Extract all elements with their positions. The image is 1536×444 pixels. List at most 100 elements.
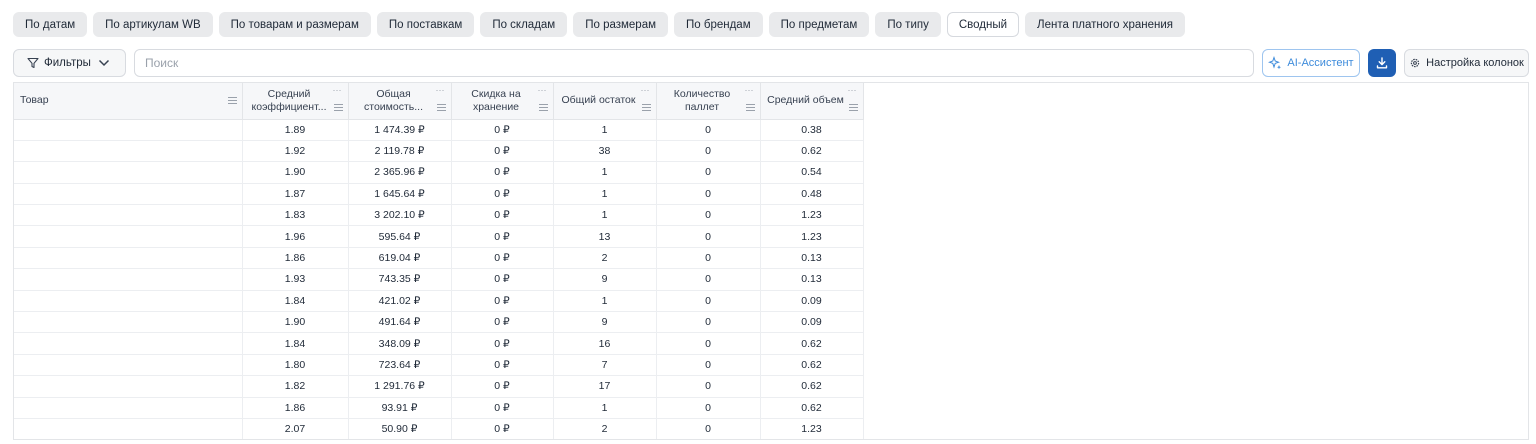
table-row[interactable]: 1.80 723.64 ₽0 ₽7 0 0.62 [14, 354, 864, 377]
column-header-label: Средний коэффициент... [251, 87, 327, 113]
ai-assistant-label: AI-Ассистент [1287, 57, 1354, 69]
tab-9[interactable]: Сводный [946, 12, 1020, 37]
table-cell: 0 ₽ [451, 183, 554, 206]
table-row[interactable]: 1.93 743.35 ₽0 ₽9 0 0.13 [14, 268, 864, 291]
tab-3[interactable]: По поставкам [376, 12, 475, 37]
table-cell: 1.87 [242, 183, 349, 206]
column-header-2[interactable]: Общая стоимость... ··· [348, 83, 452, 120]
table-row[interactable]: 1.96 595.64 ₽0 ₽13 0 1.23 [14, 225, 864, 248]
tab-1[interactable]: По артикулам WB [93, 12, 213, 37]
tab-0[interactable]: По датам [13, 12, 88, 37]
column-menu-icon[interactable] [538, 103, 548, 111]
column-settings-button[interactable]: Настройка колонок [1404, 49, 1529, 77]
column-header-label: Общая стоимость... [364, 87, 423, 113]
table-row[interactable]: 1.86 93.91 ₽0 ₽1 0 0.62 [14, 397, 864, 419]
table-body: 1.89 1 474.39 ₽0 ₽1 0 0.38 1.92 2 119.78 ₽0 ₽… [14, 119, 864, 439]
toolbar: Фильтры AI-Ассистент Настройка колонок [13, 49, 1529, 77]
table-cell: 619.04 ₽ [348, 247, 452, 270]
column-header-6[interactable]: Средний объем ··· [760, 83, 864, 120]
sparkle-icon [1268, 56, 1282, 70]
table-cell: 0 [656, 119, 761, 141]
table-cell [14, 332, 243, 355]
table-cell: 16 [553, 332, 657, 355]
table-cell: 1 [553, 119, 657, 141]
tab-5[interactable]: По размерам [573, 12, 669, 37]
table-cell: 2 [553, 418, 657, 439]
column-header-3[interactable]: Скидка на хранение ··· [451, 83, 554, 120]
table-cell: 0 ₽ [451, 332, 554, 355]
table-cell: 0.62 [760, 140, 864, 163]
column-header-label: Скидка на хранение [471, 87, 521, 113]
tab-7[interactable]: По предметам [768, 12, 870, 37]
filters-button[interactable]: Фильтры [13, 49, 126, 77]
tab-6[interactable]: По брендам [674, 12, 763, 37]
column-more-icon[interactable]: ··· [436, 84, 445, 97]
table-row[interactable]: 1.82 1 291.76 ₽0 ₽17 0 0.62 [14, 375, 864, 398]
table-cell: 0 ₽ [451, 161, 554, 184]
table-cell [14, 418, 243, 439]
table-header-row: Товар Средний коэффициент... ··· Общая стои… [14, 83, 864, 120]
tab-8[interactable]: По типу [875, 12, 941, 37]
table-cell: 0 [656, 397, 761, 419]
table-row[interactable]: 1.83 3 202.10 ₽0 ₽1 0 1.23 [14, 204, 864, 227]
column-header-5[interactable]: Количество паллет ··· [656, 83, 761, 120]
table-row[interactable]: 1.87 1 645.64 ₽0 ₽1 0 0.48 [14, 183, 864, 206]
table-row[interactable]: 1.90 2 365.96 ₽0 ₽1 0 0.54 [14, 161, 864, 184]
column-more-icon[interactable]: ··· [641, 84, 650, 97]
table-cell: 1 [553, 161, 657, 184]
table-cell: 0 [656, 183, 761, 206]
column-header-label: Количество паллет [673, 87, 731, 113]
column-menu-icon[interactable] [436, 103, 446, 111]
table-cell: 1.86 [242, 397, 349, 419]
table-cell [14, 375, 243, 398]
column-more-icon[interactable]: ··· [848, 84, 857, 97]
table-cell: 1.93 [242, 268, 349, 291]
filters-label: Фильтры [44, 57, 91, 69]
column-header-0[interactable]: Товар [14, 83, 243, 120]
table-row[interactable]: 1.84 348.09 ₽0 ₽16 0 0.62 [14, 332, 864, 355]
table-row[interactable]: 1.92 2 119.78 ₽0 ₽38 0 0.62 [14, 140, 864, 163]
column-menu-icon[interactable] [848, 103, 858, 111]
column-header-1[interactable]: Средний коэффициент... ··· [242, 83, 349, 120]
table-cell: 0 [656, 268, 761, 291]
table-cell: 1.83 [242, 204, 349, 227]
report-tabs: По датам По артикулам WB По товарам и разм… [13, 12, 1185, 37]
tab-2[interactable]: По товарам и размерам [218, 12, 371, 37]
table-row[interactable]: 2.07 50.90 ₽0 ₽2 0 1.23 [14, 418, 864, 439]
search-input[interactable] [134, 49, 1254, 77]
table-cell [14, 183, 243, 206]
column-more-icon[interactable]: ··· [745, 84, 754, 97]
ai-assistant-button[interactable]: AI-Ассистент [1262, 49, 1360, 77]
table-cell: 0 ₽ [451, 290, 554, 313]
table-cell: 421.02 ₽ [348, 290, 452, 313]
column-menu-icon[interactable] [333, 103, 343, 111]
table-cell: 491.64 ₽ [348, 311, 452, 334]
table-cell: 0 ₽ [451, 140, 554, 163]
table-cell: 2 119.78 ₽ [348, 140, 452, 163]
table-cell: 1.90 [242, 161, 349, 184]
column-menu-icon[interactable] [227, 97, 237, 104]
column-header-4[interactable]: Общий остаток ··· [553, 83, 657, 120]
table-cell: 0 [656, 204, 761, 227]
table-row[interactable]: 1.89 1 474.39 ₽0 ₽1 0 0.38 [14, 119, 864, 141]
download-button[interactable] [1368, 49, 1396, 77]
table-cell: 723.64 ₽ [348, 354, 452, 377]
table-cell: 0 [656, 418, 761, 439]
table-cell: 743.35 ₽ [348, 268, 452, 291]
table-cell [14, 397, 243, 419]
table-cell: 1.96 [242, 225, 349, 248]
table-cell: 0.09 [760, 290, 864, 313]
column-menu-icon[interactable] [641, 103, 651, 111]
tab-4[interactable]: По складам [480, 12, 568, 37]
table-row[interactable]: 1.86 619.04 ₽0 ₽2 0 0.13 [14, 247, 864, 270]
table-row[interactable]: 1.90 491.64 ₽0 ₽9 0 0.09 [14, 311, 864, 334]
column-menu-icon[interactable] [745, 103, 755, 111]
column-more-icon[interactable]: ··· [333, 84, 342, 97]
table-cell: 0.62 [760, 332, 864, 355]
column-more-icon[interactable]: ··· [538, 84, 547, 97]
table-cell: 1 [553, 290, 657, 313]
tab-10[interactable]: Лента платного хранения [1025, 12, 1185, 37]
table-cell: 0 ₽ [451, 247, 554, 270]
table-cell [14, 247, 243, 270]
table-row[interactable]: 1.84 421.02 ₽0 ₽1 0 0.09 [14, 290, 864, 313]
